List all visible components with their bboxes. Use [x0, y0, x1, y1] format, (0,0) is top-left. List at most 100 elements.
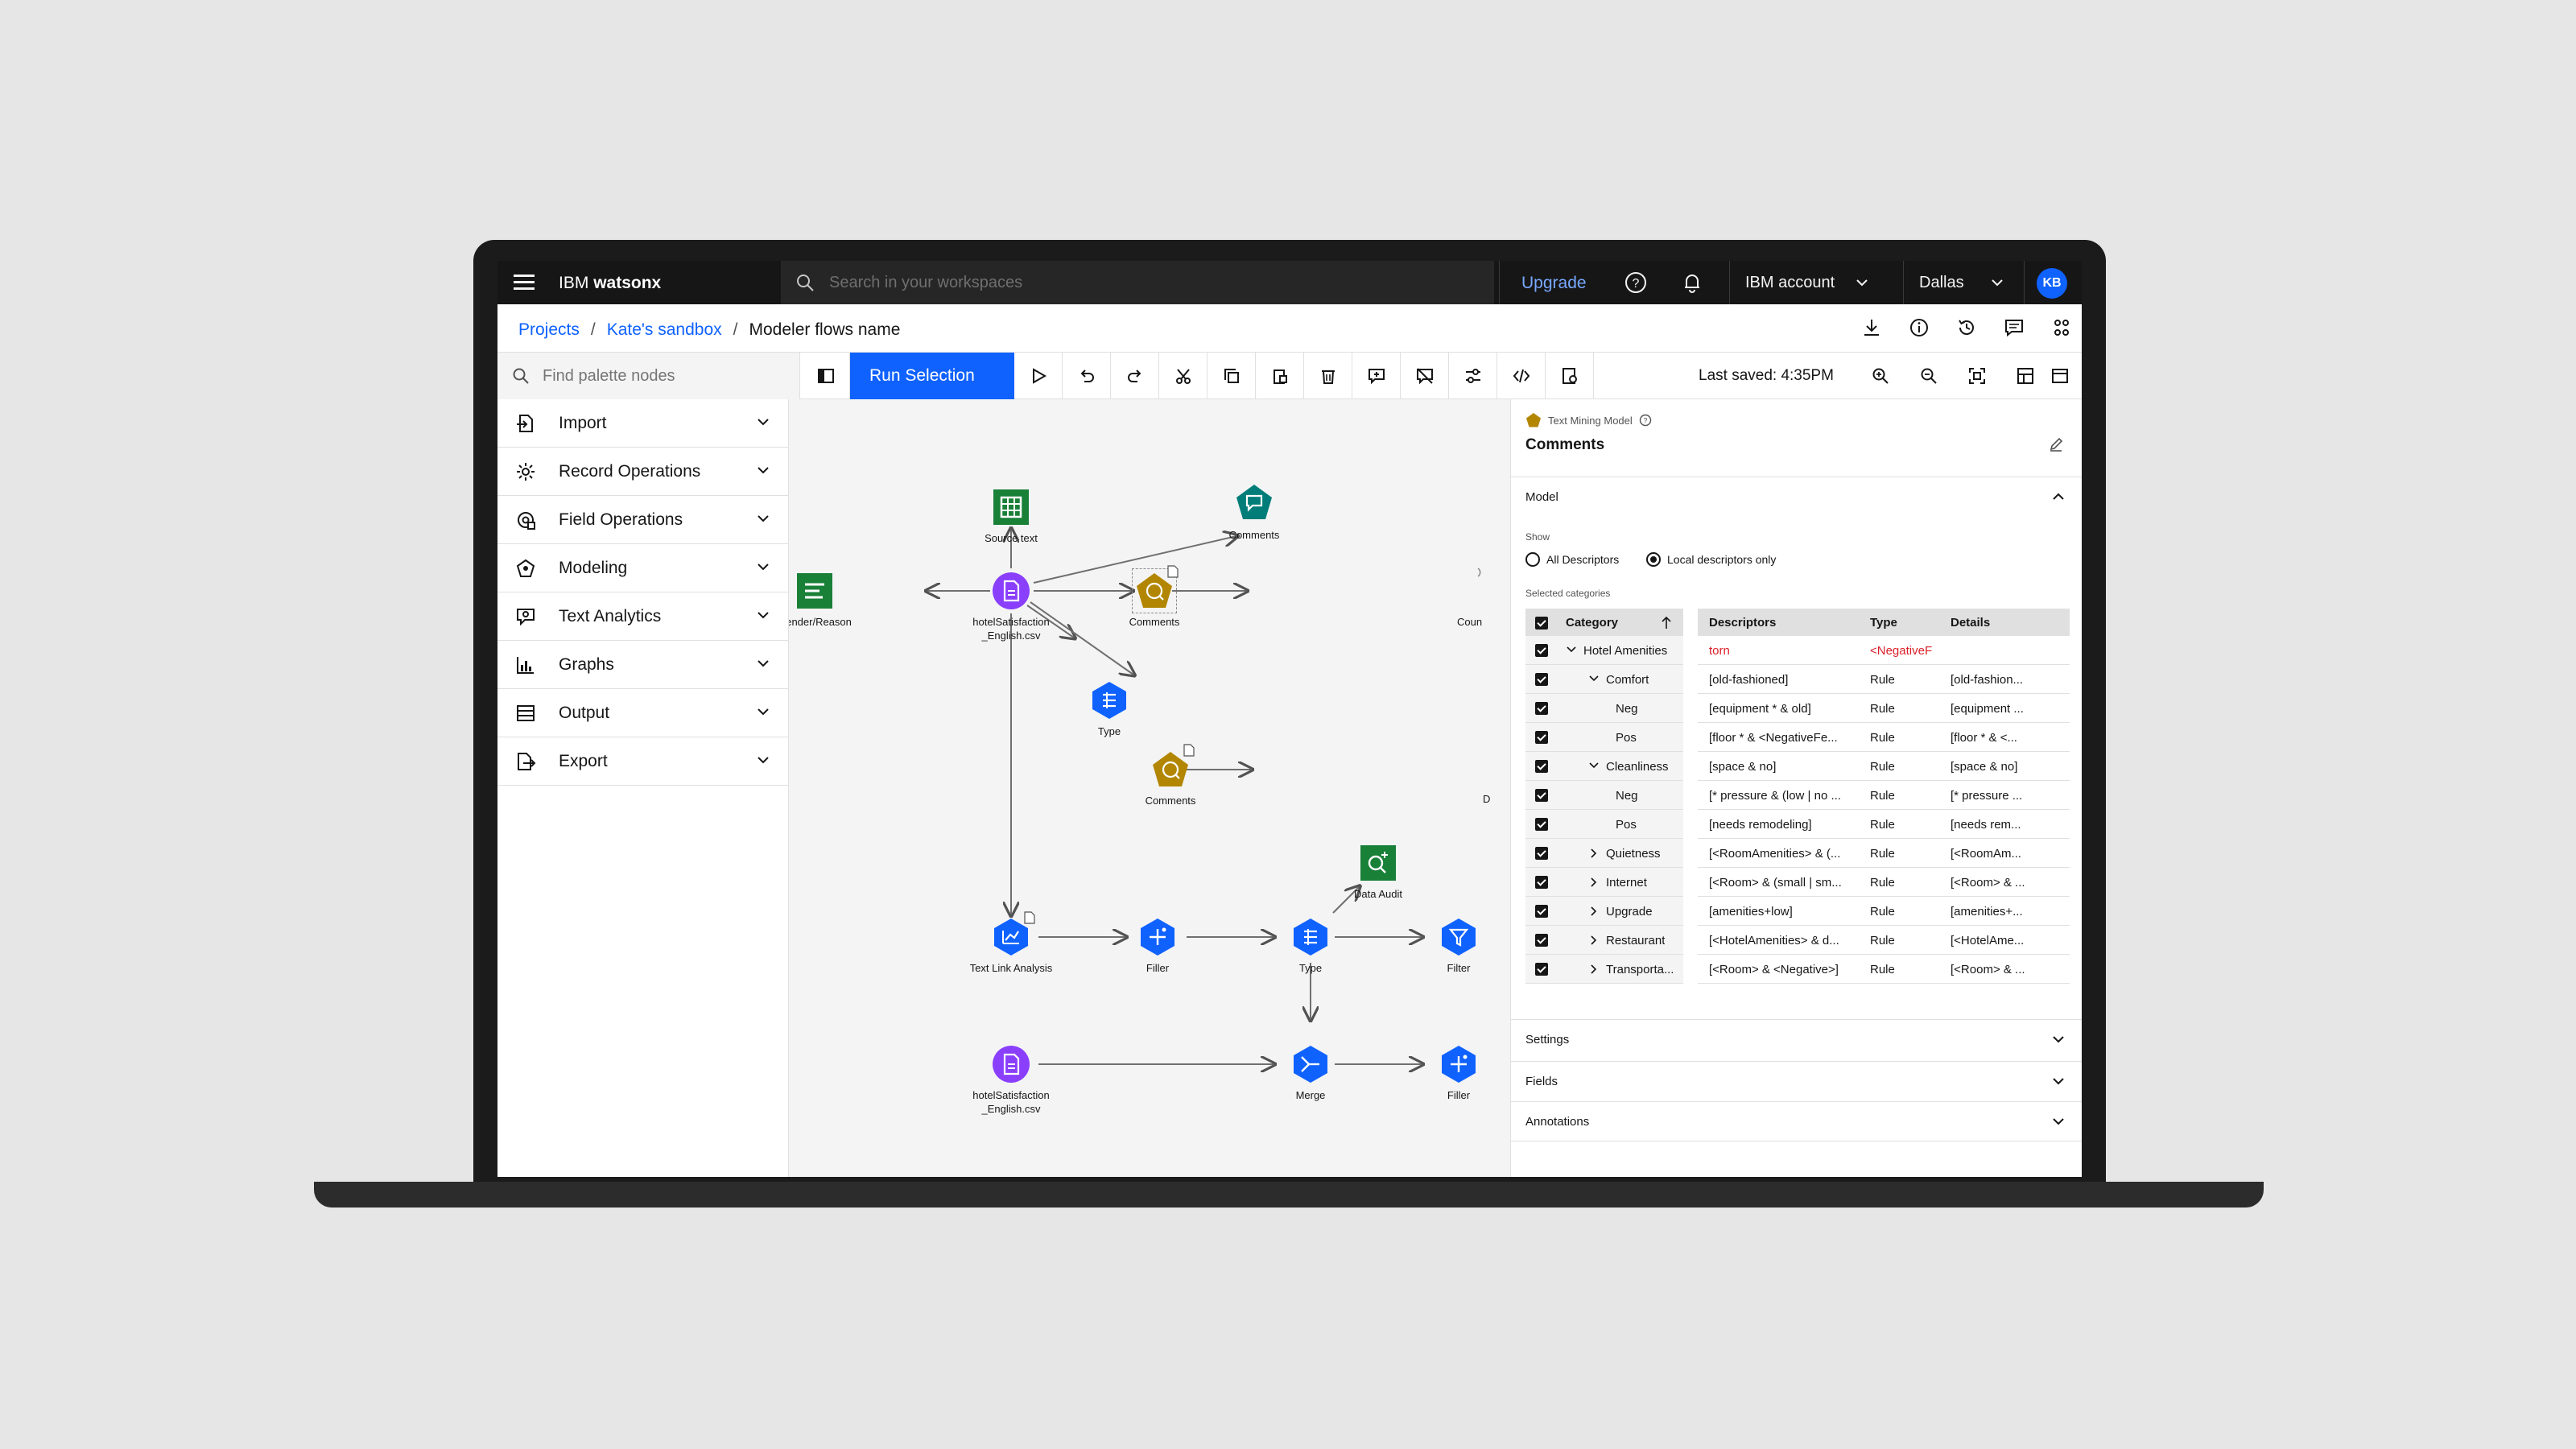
upgrade-link[interactable]: Upgrade: [1521, 274, 1587, 293]
help-icon[interactable]: ?: [1624, 271, 1647, 294]
report-node-icon[interactable]: [795, 572, 834, 610]
toggle-properties-button[interactable]: [2038, 353, 2082, 399]
palette-category-import[interactable]: Import: [497, 399, 789, 448]
properties-button[interactable]: [1546, 353, 1594, 399]
row-checkbox[interactable]: [1535, 818, 1548, 831]
add-comment-button[interactable]: [1352, 353, 1401, 399]
zoom-in-button[interactable]: [1856, 353, 1905, 399]
category-row[interactable]: Hotel Amenities: [1525, 636, 1683, 665]
chevron-right-icon[interactable]: [1590, 964, 1598, 975]
row-checkbox[interactable]: [1535, 905, 1548, 918]
account-switcher[interactable]: IBM account: [1745, 274, 1868, 292]
table-node-icon[interactable]: [992, 488, 1030, 526]
code-view-button[interactable]: [1497, 353, 1546, 399]
sort-ascending-icon[interactable]: [1661, 615, 1672, 630]
row-checkbox[interactable]: [1535, 644, 1548, 657]
file-source-node-icon[interactable]: [992, 572, 1030, 610]
text-mining-node-icon[interactable]: [1235, 483, 1274, 522]
palette-category-graphs[interactable]: Graphs: [497, 641, 789, 689]
merge-node-icon[interactable]: [1291, 1045, 1330, 1084]
select-all-checkbox[interactable]: [1535, 617, 1548, 630]
flow-settings-button[interactable]: [1449, 353, 1497, 399]
section-settings-header[interactable]: Settings: [1511, 1019, 2082, 1059]
descriptor-row[interactable]: [<RoomAmenities> & (... Rule [<RoomAm...: [1698, 839, 2070, 868]
fit-to-screen-button[interactable]: [1953, 353, 2001, 399]
row-checkbox[interactable]: [1535, 963, 1548, 976]
category-row[interactable]: Comfort: [1525, 665, 1683, 694]
breadcrumb-projects[interactable]: Projects: [518, 320, 580, 339]
descriptor-row[interactable]: [<Room> & <Negative>] Rule [<Room> & ...: [1698, 955, 2070, 984]
help-icon[interactable]: ?: [1639, 414, 1652, 427]
history-icon[interactable]: [1956, 317, 1977, 338]
global-search-input[interactable]: [829, 270, 1457, 295]
chevron-right-icon[interactable]: [1590, 877, 1598, 888]
comments-icon[interactable]: [2004, 317, 2025, 338]
palette-category-export[interactable]: Export: [497, 737, 789, 786]
chevron-right-icon[interactable]: [1590, 935, 1598, 946]
filler-node-icon[interactable]: [1439, 1045, 1478, 1084]
flow-canvas[interactable]: Source text Gender/Reason hotelSatisfact…: [789, 399, 1510, 1177]
descriptor-row[interactable]: [equipment * & old] Rule [equipment ...: [1698, 694, 2070, 723]
category-row[interactable]: Internet: [1525, 868, 1683, 897]
chevron-down-icon[interactable]: [1588, 762, 1600, 770]
palette-category-record-operations[interactable]: Record Operations: [497, 448, 789, 496]
descriptor-row[interactable]: [old-fashioned] Rule [old-fashion...: [1698, 665, 2070, 694]
zoom-out-button[interactable]: [1905, 353, 1953, 399]
palette-category-output[interactable]: Output: [497, 689, 789, 737]
palette-category-text-analytics[interactable]: Text Analytics: [497, 592, 789, 641]
row-checkbox[interactable]: [1535, 934, 1548, 947]
category-row[interactable]: Restaurant: [1525, 926, 1683, 955]
breadcrumb-sandbox[interactable]: Kate's sandbox: [607, 320, 722, 339]
redo-button[interactable]: [1111, 353, 1159, 399]
category-row[interactable]: Upgrade: [1525, 897, 1683, 926]
descriptor-row[interactable]: [floor * & <NegativeFe... Rule [floor * & …: [1698, 723, 2070, 752]
radio-local-descriptors[interactable]: Local descriptors only: [1646, 552, 1776, 567]
category-row[interactable]: Transporta...: [1525, 955, 1683, 984]
category-row[interactable]: Pos: [1525, 723, 1683, 752]
radio-all-descriptors[interactable]: All Descriptors: [1525, 552, 1619, 567]
download-icon[interactable]: [1861, 317, 1882, 338]
category-row[interactable]: Neg: [1525, 781, 1683, 810]
undo-button[interactable]: [1063, 353, 1111, 399]
row-checkbox[interactable]: [1535, 731, 1548, 744]
row-checkbox[interactable]: [1535, 876, 1548, 889]
category-row[interactable]: Pos: [1525, 810, 1683, 839]
category-row[interactable]: Quietness: [1525, 839, 1683, 868]
settings-adjust-icon[interactable]: [2051, 317, 2072, 338]
row-checkbox[interactable]: [1535, 789, 1548, 802]
row-checkbox[interactable]: [1535, 760, 1548, 773]
info-icon[interactable]: [1909, 317, 1930, 338]
palette-category-modeling[interactable]: Modeling: [497, 544, 789, 592]
descriptor-row[interactable]: [* pressure & (low | no ... Rule [* pressu…: [1698, 781, 2070, 810]
descriptor-row[interactable]: [<HotelAmenities> & d... Rule [<HotelAme..…: [1698, 926, 2070, 955]
row-checkbox[interactable]: [1535, 702, 1548, 715]
file-source-node-icon[interactable]: [992, 1045, 1030, 1084]
section-annotations-header[interactable]: Annotations: [1511, 1101, 2082, 1141]
run-button[interactable]: [1014, 353, 1063, 399]
descriptor-row[interactable]: [needs remodeling] Rule [needs rem...: [1698, 810, 2070, 839]
filler-node-icon[interactable]: [1138, 918, 1177, 956]
type-node-icon[interactable]: [1291, 918, 1330, 956]
data-audit-node-icon[interactable]: [1359, 844, 1397, 882]
chevron-right-icon[interactable]: [1590, 848, 1598, 859]
descriptor-row[interactable]: torn <NegativeF: [1698, 636, 2070, 665]
chevron-down-icon[interactable]: [1588, 675, 1600, 683]
notification-bell-icon[interactable]: [1681, 271, 1703, 294]
category-row[interactable]: Neg: [1525, 694, 1683, 723]
section-fields-header[interactable]: Fields: [1511, 1061, 2082, 1101]
section-model-header[interactable]: Model: [1511, 477, 2082, 517]
descriptor-row[interactable]: [<Room> & (small | sm... Rule [<Room> & ..…: [1698, 868, 2070, 897]
row-checkbox[interactable]: [1535, 673, 1548, 686]
region-switcher[interactable]: Dallas: [1919, 274, 2004, 292]
row-checkbox[interactable]: [1535, 847, 1548, 860]
category-row[interactable]: Cleanliness: [1525, 752, 1683, 781]
hide-comments-button[interactable]: [1401, 353, 1449, 399]
palette-search-input[interactable]: [543, 364, 784, 388]
user-avatar[interactable]: KB: [2037, 268, 2067, 299]
type-node-icon[interactable]: [1090, 681, 1129, 720]
run-selection-button[interactable]: Run Selection: [850, 353, 1014, 399]
descriptor-row[interactable]: [amenities+low] Rule [amenities+...: [1698, 897, 2070, 926]
chevron-right-icon[interactable]: [1590, 906, 1598, 917]
toggle-palette-button[interactable]: [802, 353, 850, 399]
filter-node-icon[interactable]: [1439, 918, 1478, 956]
